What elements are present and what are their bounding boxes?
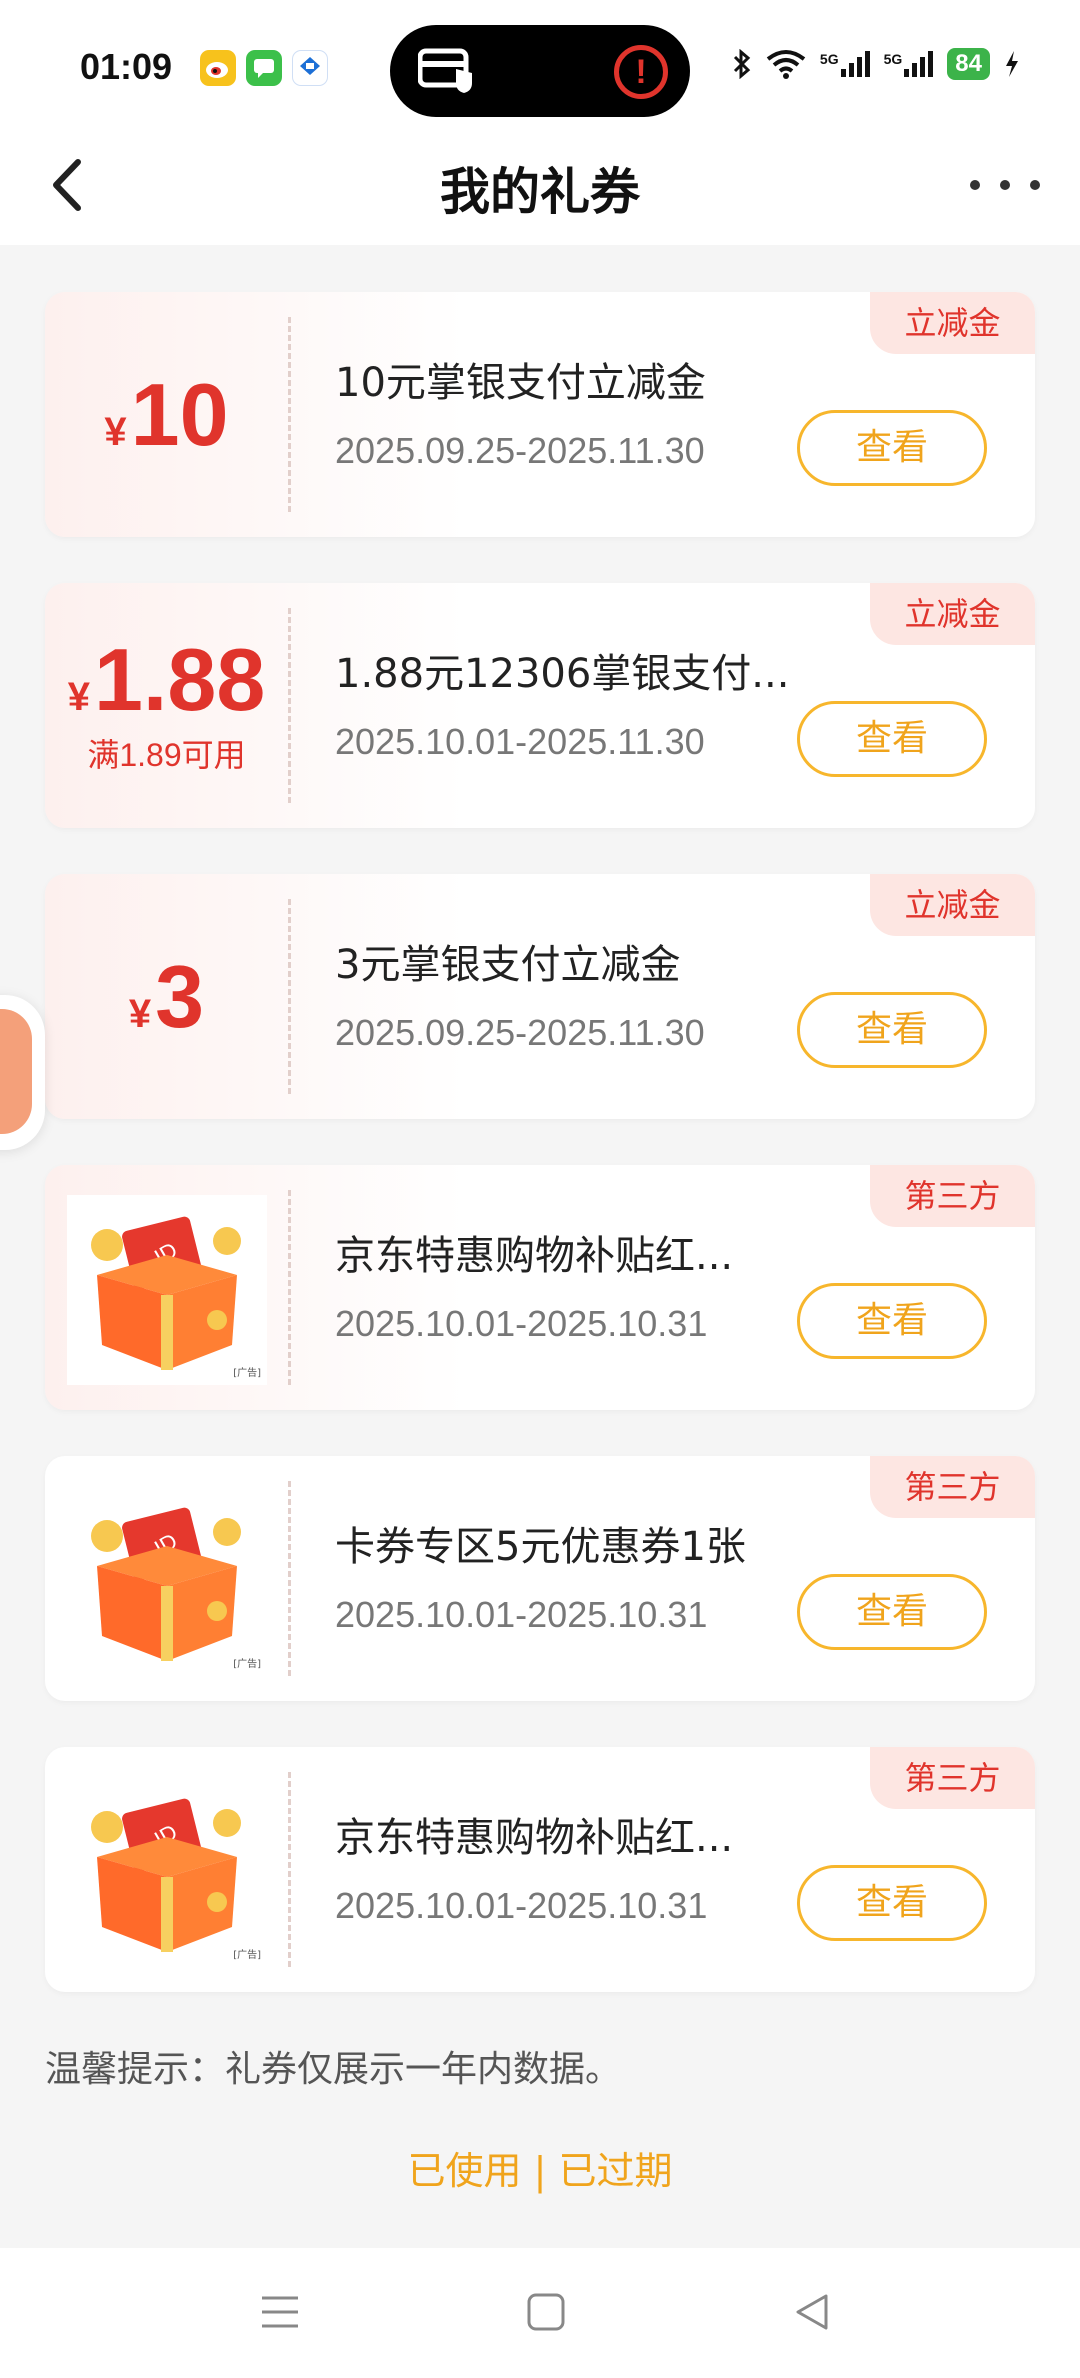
messages-icon [246,50,282,86]
view-button[interactable]: 查看 [797,1865,987,1941]
coupon-card[interactable]: ID [广告] 卡券专区5元优惠券1张 2025.10.01-2025.10.3… [45,1456,1035,1701]
gift-box-image: ID [广告] [67,1486,267,1676]
coupon-date: 2025.09.25-2025.11.30 [335,430,705,471]
nav-bar: 我的礼券 [0,130,1080,245]
ad-label: [广告] [233,1368,261,1379]
coupon-title: 1.88元12306掌银支付... [335,651,790,697]
coupon-title: 10元掌银支付立减金 [335,360,706,406]
coupon-amount: ¥3 [128,946,205,1046]
coupon-type-badge: 第三方 [870,1456,1035,1518]
view-button[interactable]: 查看 [797,1574,987,1650]
dashed-divider [288,317,291,512]
coupon-value: 3 [155,946,205,1046]
coupon-type-badge: 第三方 [870,1747,1035,1809]
status-bar: 01:09 ! 5G 5G 84 [0,0,1080,130]
notification-icons [200,50,328,86]
dashed-divider [288,1190,291,1385]
coupon-card[interactable]: ¥3 3元掌银支付立减金 2025.09.25-2025.11.30 立减金 查… [45,874,1035,1119]
coupon-card[interactable]: ¥1.88 满1.89可用 1.88元12306掌银支付... 2025.10.… [45,583,1035,828]
view-button[interactable]: 查看 [797,1283,987,1359]
coupon-value: 10 [130,364,229,464]
gift-box-icon: ID [91,1507,241,1661]
home-icon[interactable] [526,2292,566,2332]
coupon-date: 2025.10.01-2025.10.31 [335,1885,708,1926]
alert-icon: ! [614,45,668,99]
status-time: 01:09 [80,46,173,87]
coupon-type-badge: 立减金 [870,874,1035,936]
coupon-type-badge: 第三方 [870,1165,1035,1227]
coupon-type-badge: 立减金 [870,292,1035,354]
signal-5g-2: 5G [884,51,934,77]
coupon-date: 2025.09.25-2025.11.30 [335,1012,705,1053]
battery-indicator: 84 [947,48,990,80]
dashed-divider [288,1481,291,1676]
weibo-icon [200,50,236,86]
expired-coupons-link[interactable]: 已过期 [559,2149,673,2193]
coupon-title: 京东特惠购物补贴红... [335,1815,734,1861]
ad-label: [广告] [233,1950,261,1961]
warm-tip: 温馨提示：礼券仅展示一年内数据。 [45,2049,622,2090]
dashed-divider [288,608,291,803]
floating-side-widget[interactable] [0,995,45,1150]
coupon-amount: ¥1.88 满1.89可用 [45,583,288,828]
dashed-divider [288,899,291,1094]
signal-5g-1: 5G [820,51,870,77]
charging-icon [1006,51,1018,77]
view-button[interactable]: 查看 [797,701,987,777]
system-nav-bar [0,2248,1080,2378]
coupon-title: 3元掌银支付立减金 [335,942,681,988]
card-shield-icon [418,48,472,93]
more-options-icon[interactable] [970,160,1040,210]
page-title: 我的礼券 [440,163,640,221]
coupon-title: 京东特惠购物补贴红... [335,1233,734,1279]
coupon-card[interactable]: ID [广告] 京东特惠购物补贴红... 2025.10.01-2025.10.… [45,1747,1035,1992]
coupon-date: 2025.10.01-2025.10.31 [335,1303,708,1344]
link-separator: | [533,2149,547,2193]
dashed-divider [288,1772,291,1967]
coupon-condition: 满1.89可用 [87,736,246,773]
menu-icon[interactable] [258,2292,302,2332]
coupon-date: 2025.10.01-2025.11.30 [335,721,705,762]
coupon-value: 1.88 [93,629,266,729]
dynamic-island: ! [390,25,690,117]
used-coupons-link[interactable]: 已使用 [407,2149,521,2193]
gift-box-icon: ID [91,1216,241,1370]
coupon-amount: ¥10 [104,364,229,464]
coupon-title: 卡券专区5元优惠券1张 [335,1524,746,1570]
back-icon[interactable] [792,2292,832,2332]
coupon-type-badge: 立减金 [870,583,1035,645]
view-button[interactable]: 查看 [797,992,987,1068]
history-links: 已使用 | 已过期 [0,2140,1080,2195]
gift-box-icon: ID [91,1798,241,1952]
bluetooth-icon [733,49,751,79]
wifi-icon [766,50,806,79]
coupon-card[interactable]: ¥10 10元掌银支付立减金 2025.09.25-2025.11.30 立减金… [45,292,1035,537]
gift-box-image: ID [广告] [67,1195,267,1385]
bank-app-icon [292,50,328,86]
coupon-card[interactable]: ID [广告] 京东特惠购物补贴红... 2025.10.01-2025.10.… [45,1165,1035,1410]
coupon-date: 2025.10.01-2025.10.31 [335,1594,708,1635]
gift-box-image: ID [广告] [67,1777,267,1967]
status-indicators: 5G 5G 84 [732,48,1020,80]
ad-label: [广告] [233,1659,261,1670]
view-button[interactable]: 查看 [797,410,987,486]
